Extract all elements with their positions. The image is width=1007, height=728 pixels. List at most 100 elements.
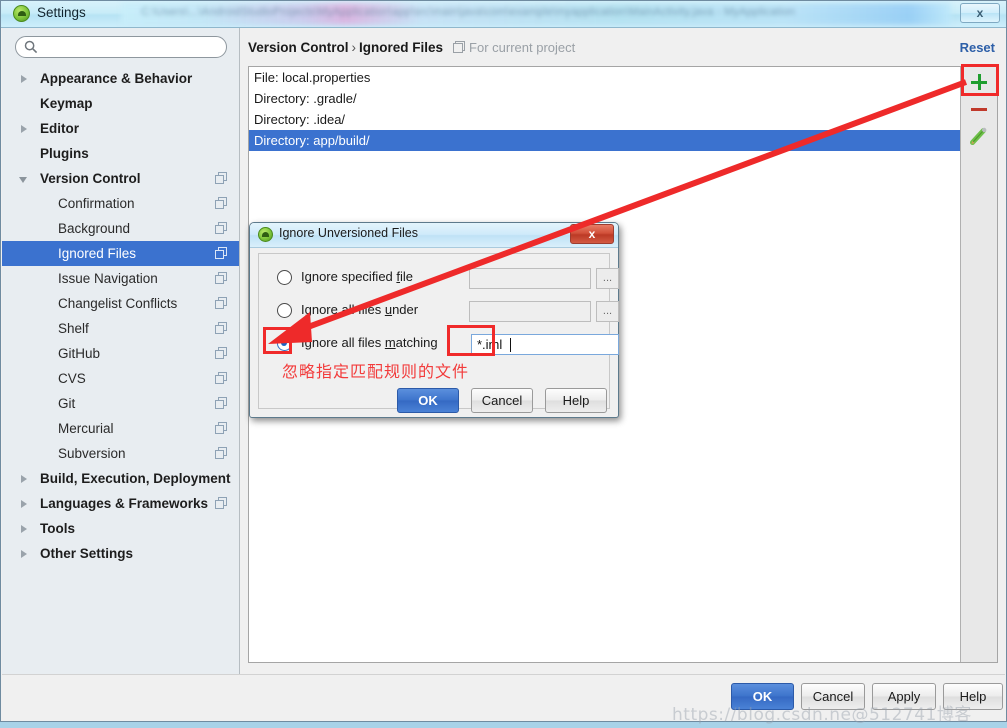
copy-settings-icon[interactable] bbox=[215, 347, 227, 359]
copy-settings-icon[interactable] bbox=[215, 272, 227, 284]
sidebar-item-label: Build, Execution, Deployment bbox=[40, 471, 231, 486]
sidebar-item-label: Changelist Conflicts bbox=[58, 296, 178, 311]
settings-sidebar: Appearance & Behavior Keymap Editor Plugins… bbox=[2, 28, 240, 675]
sidebar-item-ignored-files[interactable]: Ignored Files bbox=[2, 241, 239, 266]
copy-settings-icon[interactable] bbox=[215, 222, 227, 234]
sidebar-item-tools[interactable]: Tools bbox=[2, 516, 239, 541]
sidebar-item-label: GitHub bbox=[58, 346, 101, 361]
copy-settings-icon[interactable] bbox=[215, 497, 227, 509]
breadcrumb: Version Control › Ignored Files For current… bbox=[248, 40, 575, 55]
sidebar-item-editor[interactable]: Editor bbox=[2, 116, 239, 141]
sidebar-item-cvs[interactable]: CVS bbox=[2, 366, 239, 391]
sidebar-item-changelist-conflicts[interactable]: Changelist Conflicts bbox=[2, 291, 239, 316]
window-title-bar: C:\Users\...\AndroidStudioProjects\MyApp… bbox=[1, 1, 1006, 28]
label-prefix: Ignore all files bbox=[301, 335, 385, 350]
copy-settings-icon[interactable] bbox=[215, 422, 227, 434]
chevron-right-icon[interactable] bbox=[21, 75, 27, 83]
chevron-down-icon[interactable] bbox=[19, 177, 27, 183]
dialog-close-icon[interactable]: x bbox=[570, 224, 614, 244]
ignored-file-row[interactable]: Directory: .gradle/ bbox=[249, 88, 960, 109]
chevron-right-icon[interactable] bbox=[21, 550, 27, 558]
dialog-body: Ignore specified file ... Ignore all fil… bbox=[258, 253, 619, 413]
label-mnemonic: u bbox=[384, 302, 393, 317]
label-suffix: nder bbox=[392, 302, 419, 317]
search-icon bbox=[24, 40, 38, 54]
settings-tree: Appearance & Behavior Keymap Editor Plugins… bbox=[2, 66, 239, 675]
copy-settings-icon[interactable] bbox=[215, 322, 227, 334]
copy-settings-icon[interactable] bbox=[215, 247, 227, 259]
sidebar-item-git[interactable]: Git bbox=[2, 391, 239, 416]
option-row-files-under: Ignore all files under ... bbox=[271, 299, 619, 323]
scope-note-label: For current project bbox=[469, 40, 576, 55]
sidebar-item-label: Tools bbox=[40, 521, 75, 536]
radio-ignore-all-files-under[interactable] bbox=[277, 303, 292, 318]
ignored-file-row[interactable]: Directory: app/build/ bbox=[249, 130, 960, 151]
sidebar-item-version-control[interactable]: Version Control bbox=[2, 166, 239, 191]
label-prefix: Ignore specified bbox=[301, 269, 397, 284]
sidebar-item-languages-frameworks[interactable]: Languages & Frameworks bbox=[2, 491, 239, 516]
input-specified-file[interactable] bbox=[469, 268, 591, 289]
sidebar-item-label: Shelf bbox=[58, 321, 89, 336]
sidebar-item-label: Issue Navigation bbox=[58, 271, 158, 286]
sidebar-item-other-settings[interactable]: Other Settings bbox=[2, 541, 239, 566]
label-ignore-all-files-under: Ignore all files under bbox=[301, 302, 418, 317]
highlight-box-add-button bbox=[961, 64, 999, 96]
chevron-right-icon[interactable] bbox=[21, 125, 27, 133]
sidebar-item-github[interactable]: GitHub bbox=[2, 341, 239, 366]
window-title: Settings bbox=[37, 5, 86, 20]
dialog-cancel-button[interactable]: Cancel bbox=[471, 388, 533, 413]
android-studio-icon bbox=[13, 5, 30, 22]
breadcrumb-separator: › bbox=[351, 40, 357, 55]
sidebar-item-confirmation[interactable]: Confirmation bbox=[2, 191, 239, 216]
sidebar-item-shelf[interactable]: Shelf bbox=[2, 316, 239, 341]
breadcrumb-current: Ignored Files bbox=[359, 40, 444, 55]
search-input[interactable] bbox=[43, 39, 219, 57]
chevron-right-icon[interactable] bbox=[21, 525, 27, 533]
android-studio-icon-small bbox=[258, 227, 273, 242]
ignored-file-row[interactable]: File: local.properties bbox=[249, 67, 960, 88]
input-files-under[interactable] bbox=[469, 301, 591, 322]
sidebar-item-label: Background bbox=[58, 221, 131, 236]
sidebar-item-issue-navigation[interactable]: Issue Navigation bbox=[2, 266, 239, 291]
reset-link[interactable]: Reset bbox=[960, 40, 995, 55]
copy-settings-icon[interactable] bbox=[215, 447, 227, 459]
sidebar-item-label: Languages & Frameworks bbox=[40, 496, 209, 511]
sidebar-item-subversion[interactable]: Subversion bbox=[2, 441, 239, 466]
sidebar-item-build-execution-deployment[interactable]: Build, Execution, Deployment bbox=[2, 466, 239, 491]
chevron-right-icon[interactable] bbox=[21, 475, 27, 483]
watermark: https://blog.csdn.ne@512741博客 bbox=[672, 705, 972, 725]
blurred-path-text: C:\Users\...\AndroidStudioProjects\MyApp… bbox=[141, 6, 796, 18]
sidebar-item-label: Subversion bbox=[58, 446, 126, 461]
copy-settings-icon[interactable] bbox=[215, 297, 227, 309]
project-scope-icon bbox=[453, 41, 466, 53]
breadcrumb-parent[interactable]: Version Control bbox=[248, 40, 349, 55]
copy-settings-icon[interactable] bbox=[215, 197, 227, 209]
label-suffix: atching bbox=[395, 335, 438, 350]
close-icon[interactable]: x bbox=[960, 3, 1000, 23]
sidebar-item-appearance-behavior[interactable]: Appearance & Behavior bbox=[2, 66, 239, 91]
sidebar-item-label: Version Control bbox=[40, 171, 141, 186]
radio-ignore-specified-file[interactable] bbox=[277, 270, 292, 285]
browse-files-under-button[interactable]: ... bbox=[596, 301, 619, 322]
sidebar-item-plugins[interactable]: Plugins bbox=[2, 141, 239, 166]
chevron-right-icon[interactable] bbox=[21, 500, 27, 508]
ignored-file-row[interactable]: Directory: .idea/ bbox=[249, 109, 960, 130]
sidebar-item-label: Other Settings bbox=[40, 546, 134, 561]
scope-note: For current project bbox=[453, 40, 575, 55]
sidebar-item-mercurial[interactable]: Mercurial bbox=[2, 416, 239, 441]
annotation-chinese-note: 忽略指定匹配规则的文件 bbox=[282, 362, 470, 381]
copy-settings-icon[interactable] bbox=[215, 172, 227, 184]
remove-ignored-file-button[interactable] bbox=[967, 97, 991, 121]
dialog-title: Ignore Unversioned Files bbox=[279, 226, 418, 240]
copy-settings-icon[interactable] bbox=[215, 397, 227, 409]
browse-specified-file-button[interactable]: ... bbox=[596, 268, 619, 289]
copy-settings-icon[interactable] bbox=[215, 372, 227, 384]
sidebar-item-label: Keymap bbox=[40, 96, 93, 111]
dialog-help-button[interactable]: Help bbox=[545, 388, 607, 413]
label-suffix: ile bbox=[400, 269, 414, 284]
sidebar-item-background[interactable]: Background bbox=[2, 216, 239, 241]
pencil-icon bbox=[970, 127, 987, 145]
dialog-ok-button[interactable]: OK bbox=[397, 388, 459, 413]
edit-ignored-file-button[interactable] bbox=[967, 124, 991, 148]
sidebar-item-keymap[interactable]: Keymap bbox=[2, 91, 239, 116]
